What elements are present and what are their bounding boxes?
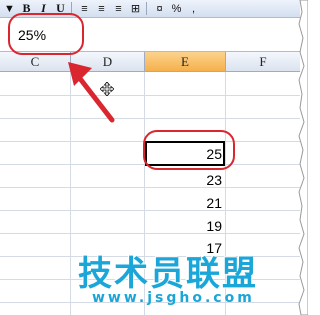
currency-icon[interactable]: ¤ — [152, 1, 167, 16]
cell-highlight-circle — [143, 130, 235, 170]
watermark-url: www.jsgho.com — [92, 290, 255, 306]
align-right-icon[interactable]: ≡ — [111, 1, 126, 16]
percent-button[interactable]: % — [169, 1, 184, 16]
grid-line — [0, 118, 300, 119]
torn-edge-decoration — [298, 0, 308, 315]
align-left-icon[interactable]: ≡ — [77, 1, 92, 16]
grid-line — [0, 95, 300, 96]
column-header-f[interactable]: F — [226, 52, 300, 71]
column-header-e[interactable]: E — [145, 52, 226, 71]
watermark-title: 技术员联盟 — [78, 254, 258, 294]
merge-center-icon[interactable]: ⊞ — [128, 1, 143, 16]
cell-e-value[interactable]: 21 — [142, 195, 222, 211]
move-cursor-icon — [100, 82, 114, 96]
formula-highlight-circle — [8, 13, 84, 55]
cell-e-value[interactable]: 23 — [142, 172, 222, 188]
column-headers: C D E F — [0, 52, 300, 72]
cell-e-value[interactable]: 19 — [142, 218, 222, 234]
align-center-icon[interactable]: ≡ — [94, 1, 109, 16]
toolbar-separator — [146, 2, 147, 15]
comma-style-icon[interactable]: , — [186, 1, 201, 16]
